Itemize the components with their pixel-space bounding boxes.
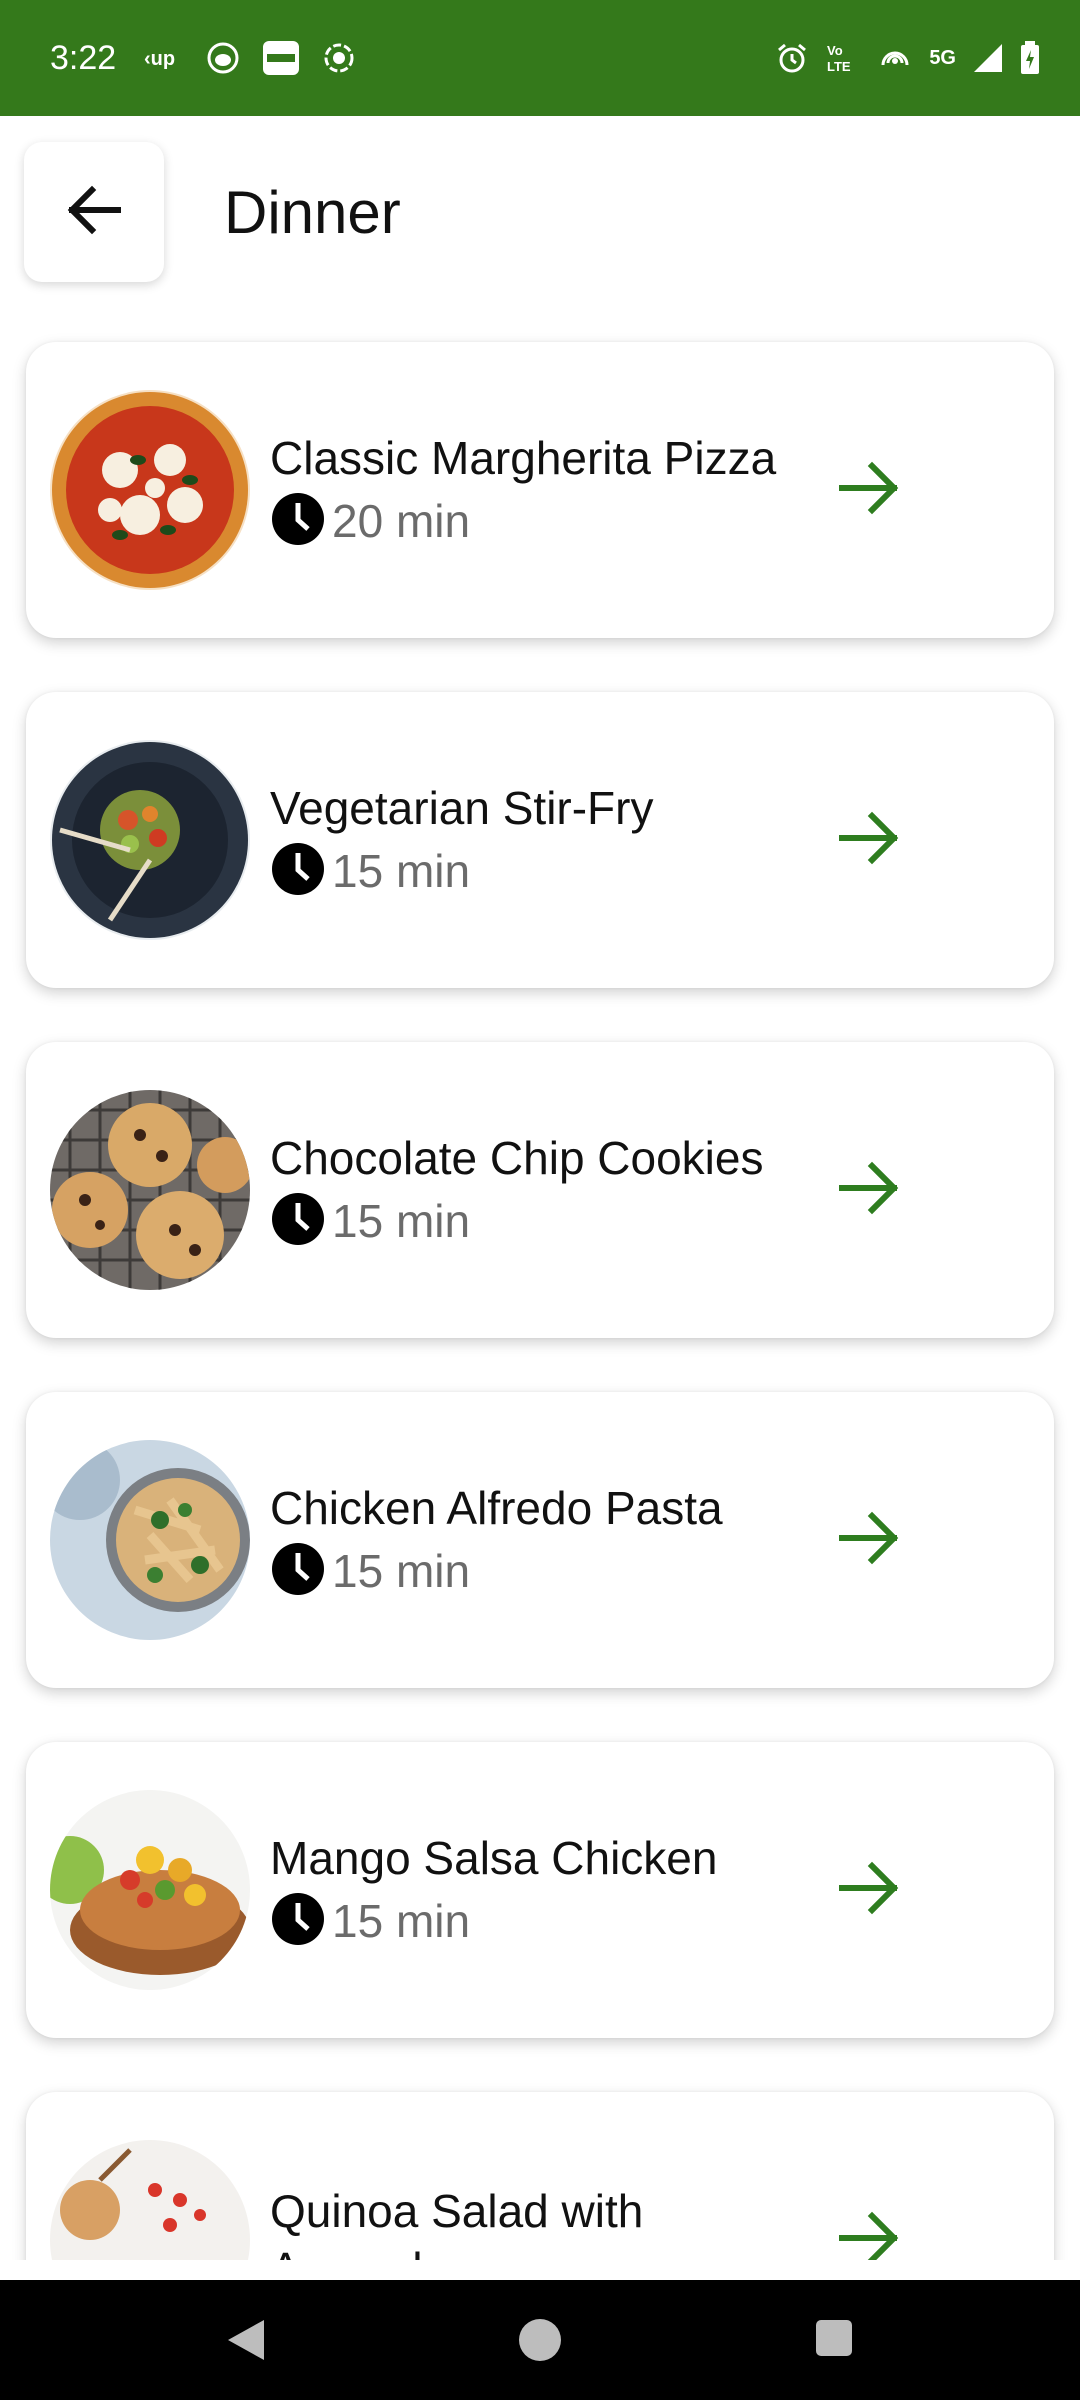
recipe-image [50,1440,250,1640]
recipe-time: 15 min [270,841,790,902]
back-button[interactable] [24,142,164,282]
recipe-time: 20 min [270,491,790,552]
open-recipe-button[interactable] [838,810,902,870]
open-recipe-button[interactable] [838,460,902,520]
clock-icon [270,1541,326,1602]
clock-icon [270,491,326,552]
recipe-name: Vegetarian Stir-Fry [270,781,654,834]
system-nav-bar [0,2280,1080,2400]
battery-icon [1020,41,1040,75]
recipe-name: Quinoa Salad with Avocado [270,2185,644,2260]
status-bar: 3:22 ‹up Vo LTE 5G [0,0,1080,116]
status-right-icons: Vo LTE 5G [775,41,1040,75]
open-recipe-button[interactable] [838,1510,902,1570]
recents-square-icon[interactable] [812,2316,856,2365]
recipe-card[interactable]: Quinoa Salad with Avocado [26,2092,1054,2260]
recipe-time: 15 min [270,1541,790,1602]
arrow-forward-icon [838,1158,902,1223]
arrow-forward-icon [838,2208,902,2260]
recipe-card[interactable]: Mango Salsa Chicken 15 min [26,1742,1054,2038]
app-header: Dinner [0,116,1080,328]
recipe-card[interactable]: Vegetarian Stir-Fry 15 min [26,692,1054,988]
page-title: Dinner [224,179,401,246]
status-time: 3:22 [50,38,117,77]
recipe-name: Classic Margherita Pizza [270,431,777,484]
recipe-name: Chicken Alfredo Pasta [270,1481,723,1534]
clock-icon [270,1891,326,1952]
arrow-forward-icon [838,1508,902,1573]
back-triangle-icon[interactable] [222,2316,270,2369]
recipe-image [50,390,250,590]
upi-icon: ‹up [144,45,184,71]
svg-text:LTE: LTE [827,59,851,74]
recipe-image [50,740,250,940]
recipe-name: Chocolate Chip Cookies [270,1131,764,1184]
recipe-list[interactable]: Classic Margherita Pizza 20 min Vegetari… [0,328,1080,2260]
alarm-icon [775,41,809,75]
open-recipe-button[interactable] [838,1160,902,1220]
arrow-forward-icon [838,458,902,523]
recipe-card[interactable]: Chocolate Chip Cookies 15 min [26,1042,1054,1338]
arrow-forward-icon [838,808,902,873]
recipe-image [50,2140,250,2260]
open-recipe-button[interactable] [838,1860,902,1920]
clock-icon [270,1191,326,1252]
app-icon [206,41,240,75]
home-circle-icon[interactable] [516,2316,564,2369]
recipe-image [50,1790,250,1990]
recipe-name: Mango Salsa Chicken [270,1831,718,1884]
recipe-card[interactable]: Classic Margherita Pizza 20 min [26,342,1054,638]
svg-text:‹up: ‹up [144,48,175,70]
network-type: 5G [929,47,956,69]
open-recipe-button[interactable] [838,2210,902,2260]
recipe-time: 15 min [270,1891,790,1952]
record-icon [322,41,356,75]
volte-icon: Vo LTE [825,41,861,75]
svg-text:Vo: Vo [827,43,843,58]
status-left-icons: ‹up [144,40,356,76]
recipe-card[interactable]: Chicken Alfredo Pasta 15 min [26,1392,1054,1688]
recipe-time: 15 min [270,1191,790,1252]
clock-icon [270,841,326,902]
arrow-forward-icon [838,1858,902,1923]
recipe-image [50,1090,250,1290]
signal-icon [972,42,1004,74]
arrow-back-icon [62,178,126,247]
paytm-icon [262,40,300,76]
hotspot-icon [877,41,913,75]
